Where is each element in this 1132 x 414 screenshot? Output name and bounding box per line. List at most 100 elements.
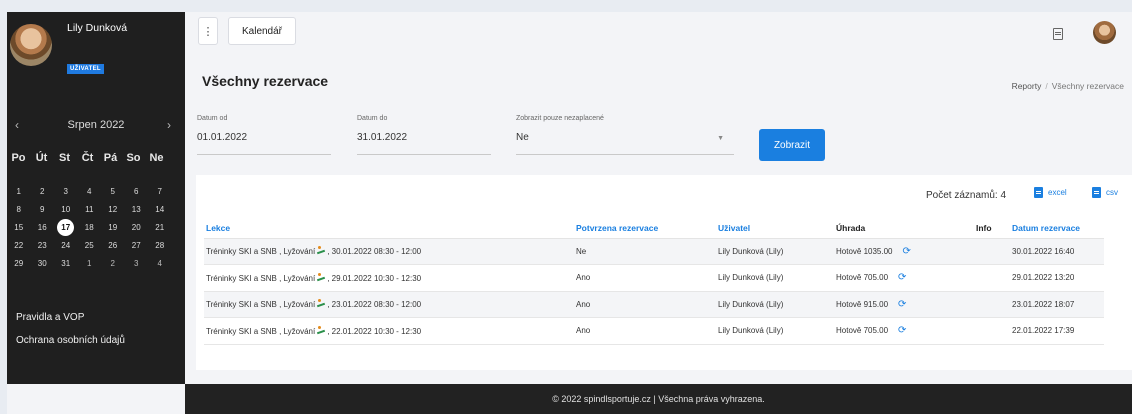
payment-cell: Hotově 705.00 ⟳ (834, 317, 974, 345)
calendar-day[interactable]: 3 (54, 182, 78, 200)
refresh-icon[interactable]: ⟳ (898, 299, 906, 310)
calendar-day[interactable]: 30 (31, 254, 55, 272)
refresh-icon[interactable]: ⟳ (903, 246, 911, 257)
chevron-down-icon[interactable]: ▼ (717, 135, 724, 142)
col-payment: Úhrada (834, 218, 974, 239)
payment-value: Hotově 705.00 (836, 273, 889, 283)
lesson-time: , 22.01.2022 10:30 - 12:30 (327, 326, 422, 336)
calendar-next-icon[interactable]: › (167, 118, 171, 132)
date-to-input[interactable]: 31.01.2022 (357, 128, 491, 155)
excel-file-icon (1034, 187, 1043, 198)
payment-cell: Hotově 915.00 ⟳ (834, 291, 974, 318)
calendar-today-marker[interactable]: 17 (57, 218, 75, 236)
reservation-date-cell: 29.01.2022 13:20 (1010, 264, 1104, 292)
table-row[interactable]: Tréninky SKI a SNB , Lyžování , 30.01.202… (204, 238, 1104, 265)
calendar-day[interactable]: 10 (54, 200, 78, 218)
calendar-day[interactable]: 8 (7, 200, 31, 218)
col-confirmed[interactable]: Potvrzena rezervace (574, 218, 716, 239)
calendar-day[interactable]: 5 (101, 182, 125, 200)
export-excel-label: excel (1048, 188, 1067, 197)
calendar-day[interactable]: 9 (31, 200, 55, 218)
calendar-day[interactable]: 27 (125, 236, 149, 254)
user-avatar[interactable] (10, 24, 52, 66)
calendar-day[interactable]: 28 (148, 236, 172, 254)
lesson-cell: Tréninky SKI a SNB , Lyžování , 29.01.202… (204, 264, 574, 292)
reservation-date-cell: 22.01.2022 17:39 (1010, 317, 1104, 345)
calendar-month-title: Srpen 2022 (67, 119, 125, 131)
privacy-link[interactable]: Ochrana osobních údajů (16, 335, 125, 346)
export-excel-button[interactable]: excel (1034, 187, 1067, 198)
calendar-day[interactable]: 20 (125, 218, 149, 236)
calendar-day[interactable]: 6 (125, 182, 149, 200)
unpaid-only-select[interactable]: Zobrazit pouze nezaplacené Ne ▼ (516, 115, 734, 155)
reservation-date-cell: 30.01.2022 16:40 (1010, 238, 1104, 265)
lesson-cell: Tréninky SKI a SNB , Lyžování , 30.01.202… (204, 238, 574, 265)
calendar-day[interactable]: 23 (31, 236, 55, 254)
weekday: So (126, 152, 141, 164)
calendar-day[interactable]: 4 (78, 182, 102, 200)
profile-avatar[interactable] (1093, 21, 1116, 44)
lesson-name: Tréninky SKI a SNB , Lyžování (206, 300, 316, 310)
user-cell: Lily Dunková (Lily) (716, 238, 834, 265)
calendar-day[interactable]: 13 (125, 200, 149, 218)
breadcrumb: Reporty / Všechny rezervace (1012, 81, 1124, 91)
notebook-icon[interactable] (1053, 28, 1063, 40)
refresh-icon[interactable]: ⟳ (898, 325, 906, 336)
table-row[interactable]: Tréninky SKI a SNB , Lyžování , 29.01.202… (204, 264, 1104, 292)
calendar-day[interactable]: 2 (101, 254, 125, 272)
lesson-time: , 23.01.2022 08:30 - 12:00 (327, 300, 422, 310)
user-cell: Lily Dunková (Lily) (716, 291, 834, 318)
table-row[interactable]: Tréninky SKI a SNB , Lyžování , 22.01.202… (204, 317, 1104, 345)
user-name: Lily Dunková (67, 22, 128, 34)
calendar-day[interactable]: 16 (31, 218, 55, 236)
calendar-day[interactable]: 4 (148, 254, 172, 272)
calendar-day[interactable]: 26 (101, 236, 125, 254)
col-user[interactable]: Uživatel (716, 218, 834, 239)
calendar-day[interactable]: 25 (78, 236, 102, 254)
calendar-day[interactable]: 14 (148, 200, 172, 218)
payment-value: Hotově 705.00 (836, 326, 889, 336)
calendar-day[interactable]: 19 (101, 218, 125, 236)
calendar-day[interactable]: 11 (78, 200, 102, 218)
calendar-day[interactable]: 2 (31, 182, 55, 200)
refresh-icon[interactable]: ⟳ (898, 272, 906, 283)
calendar-day[interactable]: 24 (54, 236, 78, 254)
calendar-tab-button[interactable]: Kalendář (228, 17, 296, 45)
lesson-name: Tréninky SKI a SNB , Lyžování (206, 247, 316, 257)
calendar-day[interactable]: 12 (101, 200, 125, 218)
user-role-badge: UŽIVATEL (67, 64, 104, 74)
show-button[interactable]: Zobrazit (759, 129, 825, 161)
calendar-weekdays: Po Út St Čt Pá So Ne (7, 152, 185, 164)
calendar-day[interactable]: 3 (125, 254, 149, 272)
export-csv-button[interactable]: csv (1092, 187, 1118, 198)
col-reservation-date[interactable]: Datum rezervace (1010, 218, 1104, 239)
calendar-day[interactable]: 1 (78, 254, 102, 272)
calendar-day[interactable]: 7 (148, 182, 172, 200)
table-row[interactable]: Tréninky SKI a SNB , Lyžování , 23.01.202… (204, 291, 1104, 318)
info-cell (974, 264, 1010, 292)
unpaid-only-value[interactable]: Ne (516, 128, 734, 155)
rules-link[interactable]: Pravidla a VOP (16, 312, 84, 323)
payment-cell: Hotově 1035.00 ⟳ (834, 238, 974, 265)
more-menu-button[interactable]: ⋮ (198, 17, 218, 45)
breadcrumb-reporty[interactable]: Reporty (1012, 81, 1042, 91)
date-from-input[interactable]: 01.01.2022 (197, 128, 331, 155)
col-lesson[interactable]: Lekce (204, 218, 574, 239)
page-title: Všechny rezervace (202, 73, 329, 89)
calendar-day[interactable]: 21 (148, 218, 172, 236)
calendar-day[interactable]: 15 (7, 218, 31, 236)
confirmed-cell: Ano (574, 317, 716, 345)
calendar-day[interactable]: 1 (7, 182, 31, 200)
csv-file-icon (1092, 187, 1101, 198)
date-from-field[interactable]: Datum od 01.01.2022 (197, 115, 331, 155)
unpaid-only-label: Zobrazit pouze nezaplacené (516, 115, 604, 122)
calendar-day[interactable]: 18 (78, 218, 102, 236)
calendar-day-today[interactable]: 17 (54, 218, 78, 236)
calendar-header: ‹ Srpen 2022 › (7, 118, 185, 134)
calendar-day[interactable]: 22 (7, 236, 31, 254)
weekday: Ne (149, 152, 164, 164)
calendar-day[interactable]: 31 (54, 254, 78, 272)
calendar-day[interactable]: 29 (7, 254, 31, 272)
date-to-field[interactable]: Datum do 31.01.2022 (357, 115, 491, 155)
info-cell (974, 317, 1010, 345)
